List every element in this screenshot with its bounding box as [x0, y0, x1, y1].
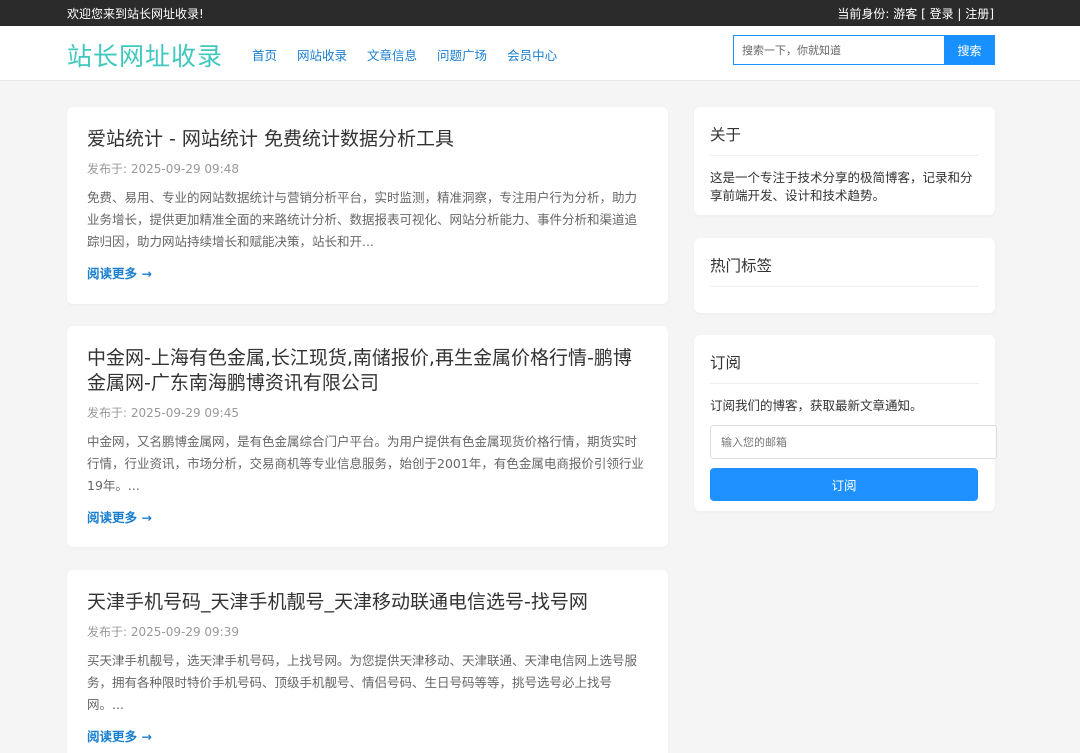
post-title[interactable]: 天津手机号码_天津手机靓号_天津移动联通电信选号-找号网: [87, 590, 648, 615]
welcome-text: 欢迎您来到站长网址收录!: [67, 7, 204, 21]
post-card: 中金网-上海有色金属,长江现货,南储报价,再生金属价格行情-鹏博金属网-广东南海…: [67, 326, 668, 547]
post-excerpt: 买天津手机靓号，选天津手机号码，上找号网。为您提供天津移动、天津联通、天津电信网…: [87, 653, 638, 712]
nav-site-submit[interactable]: 网站收录: [297, 45, 347, 64]
login-link[interactable]: 登录: [930, 7, 954, 21]
read-more-link[interactable]: 阅读更多 →: [87, 507, 152, 526]
read-more-link[interactable]: 阅读更多 →: [87, 726, 152, 745]
nav-member-center[interactable]: 会员中心: [507, 45, 557, 64]
post-excerpt: 免费、易用、专业的网站数据统计与营销分析平台，实时监测，精准洞察，专注用户行为分…: [87, 190, 638, 249]
nav-articles[interactable]: 文章信息: [367, 45, 417, 64]
post-date: 发布于: 2025-09-29 09:48: [87, 162, 239, 176]
post-card: 天津手机号码_天津手机靓号_天津移动联通电信选号-找号网 发布于: 2025-0…: [67, 570, 668, 753]
tags-widget: 热门标签: [694, 238, 995, 313]
nav-home[interactable]: 首页: [252, 45, 277, 64]
top-bar: 欢迎您来到站长网址收录! 当前身份: 游客 [ 登录 | 注册]: [0, 0, 1080, 26]
post-date: 发布于: 2025-09-29 09:39: [87, 625, 239, 639]
site-logo[interactable]: 站长网址收录: [67, 37, 223, 73]
register-link[interactable]: 注册: [965, 7, 989, 21]
user-identity: 当前身份: 游客 [ 登录 | 注册]: [837, 5, 994, 22]
search-box: 搜索: [733, 35, 995, 65]
main-nav: 首页 网站收录 文章信息 问题广场 会员中心: [252, 45, 577, 64]
subscribe-button[interactable]: 订阅: [710, 468, 978, 501]
subscribe-widget: 订阅 订阅我们的博客，获取最新文章通知。 订阅: [694, 335, 997, 511]
read-more-link[interactable]: 阅读更多 →: [87, 263, 152, 282]
about-title: 关于: [710, 123, 979, 156]
subscribe-title: 订阅: [710, 351, 979, 384]
about-widget: 关于 这是一个专注于技术分享的极简博客，记录和分享前端开发、设计和技术趋势。: [694, 107, 995, 215]
post-card: 爱站统计 - 网站统计 免费统计数据分析工具 发布于: 2025-09-29 0…: [67, 107, 668, 304]
post-date: 发布于: 2025-09-29 09:45: [87, 406, 239, 420]
nav-questions[interactable]: 问题广场: [437, 45, 487, 64]
post-title[interactable]: 中金网-上海有色金属,长江现货,南储报价,再生金属价格行情-鹏博金属网-广东南海…: [87, 346, 648, 396]
email-input[interactable]: [710, 425, 997, 459]
bracket-close: ]: [989, 7, 994, 21]
search-input[interactable]: [733, 35, 944, 65]
search-button[interactable]: 搜索: [944, 35, 995, 65]
subscribe-text: 订阅我们的博客，获取最新文章通知。: [710, 398, 923, 413]
about-text: 这是一个专注于技术分享的极简博客，记录和分享前端开发、设计和技术趋势。: [710, 170, 973, 203]
post-title[interactable]: 爱站统计 - 网站统计 免费统计数据分析工具: [87, 127, 648, 152]
identity-label: 当前身份: 游客 [: [837, 7, 926, 21]
post-excerpt: 中金网，又名鹏博金属网，是有色金属综合门户平台。为用户提供有色金属现货价格行情，…: [87, 434, 644, 493]
tags-title: 热门标签: [710, 254, 979, 287]
separator: |: [957, 7, 962, 21]
site-header: 站长网址收录 首页 网站收录 文章信息 问题广场 会员中心 搜索: [0, 26, 1080, 81]
